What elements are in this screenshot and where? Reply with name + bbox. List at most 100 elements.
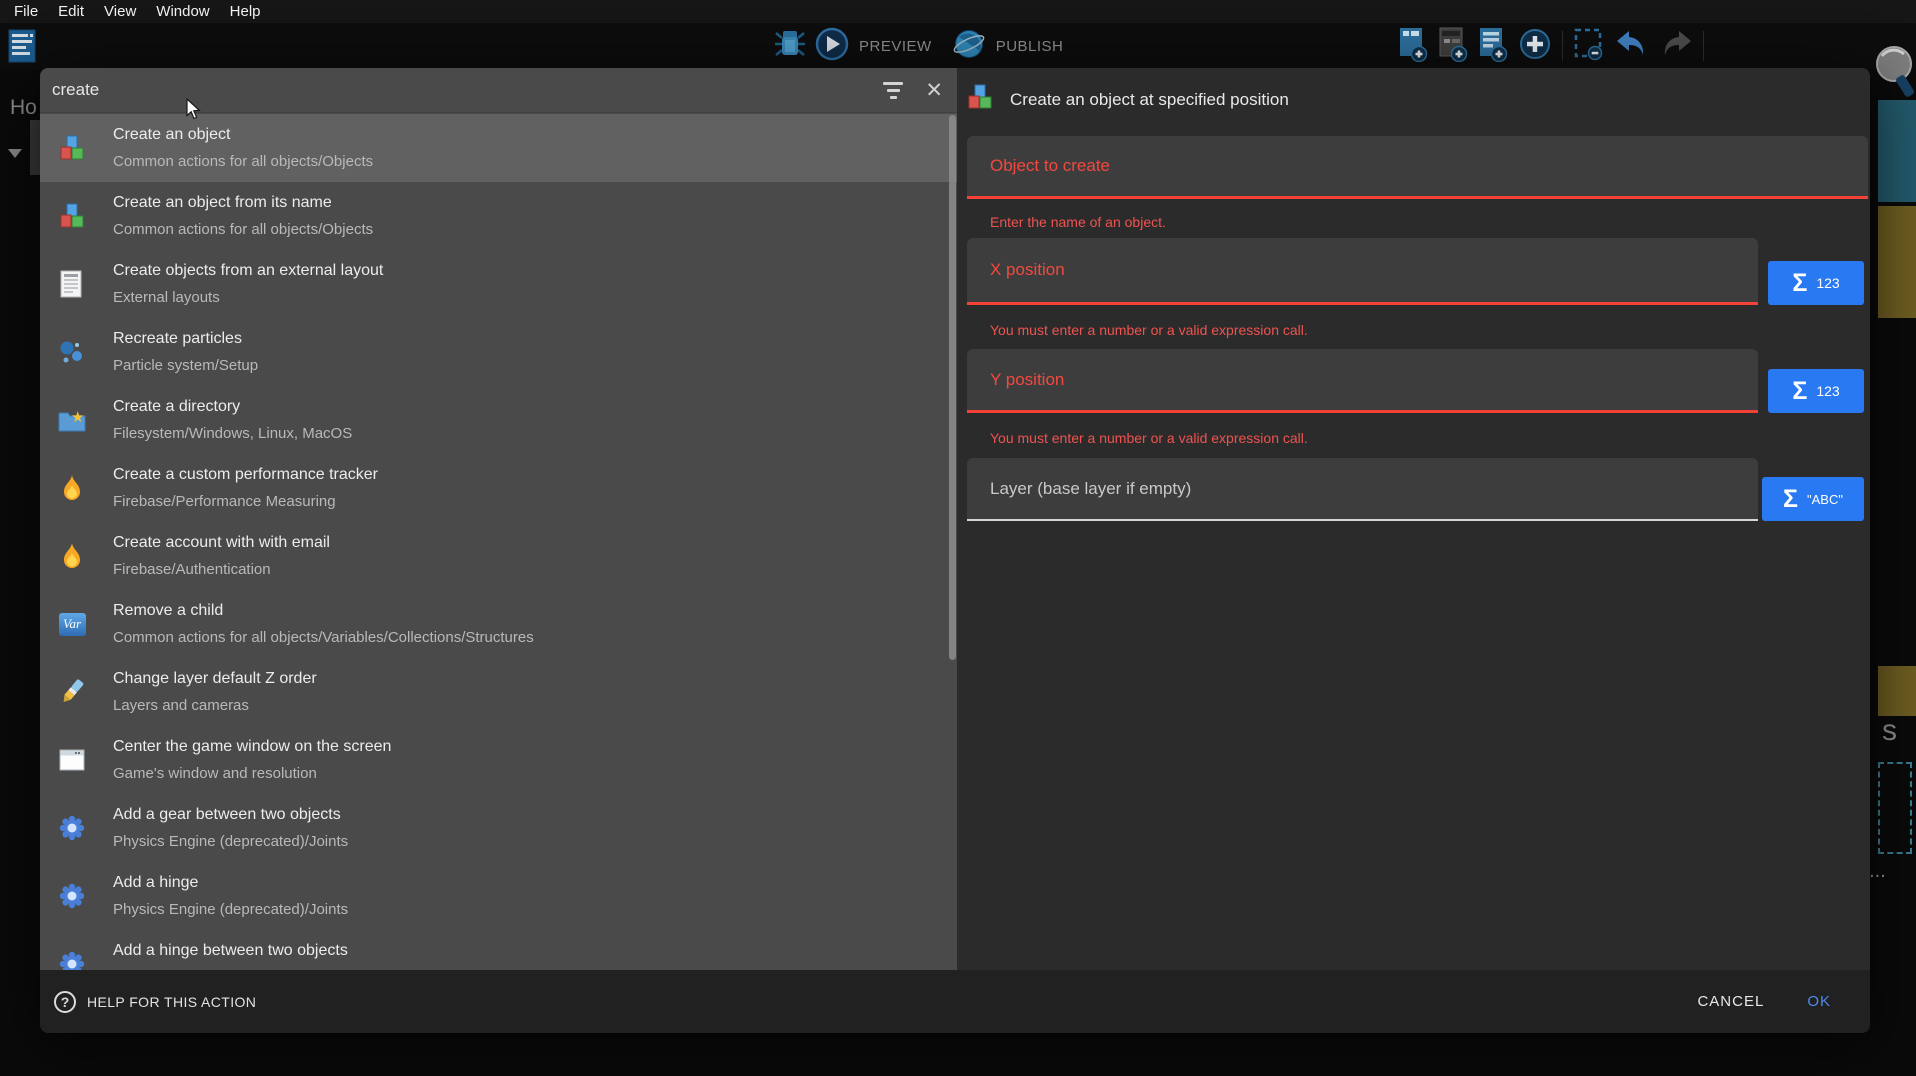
menu-edit[interactable]: Edit: [48, 0, 94, 23]
particles-icon: [58, 338, 86, 366]
x-position-field[interactable]: X position: [967, 238, 1758, 305]
background-olive-block: [1878, 206, 1916, 318]
expression-button-label: "ABC": [1807, 492, 1843, 507]
firebase-icon: [58, 542, 86, 570]
scrollbar-thumb[interactable]: [949, 115, 956, 660]
chevron-down-icon: [8, 149, 22, 158]
expression-button-label: 123: [1816, 383, 1839, 399]
toolbar-separator: [1562, 31, 1563, 61]
toolbar-center: PREVIEW PUBLISH: [775, 23, 1073, 69]
object-to-create-label: Object to create: [990, 156, 1110, 176]
object-to-create-field[interactable]: Object to create: [967, 136, 1868, 199]
background-dashed-outline: [1878, 762, 1912, 854]
preview-icon[interactable]: [815, 27, 849, 66]
firebase-icon: [58, 474, 86, 502]
search-result-item[interactable]: Add a gear between two objects Physics E…: [40, 794, 957, 862]
editor-title: Create an object at specified position: [1010, 90, 1289, 110]
result-subtitle: Game's window and resolution: [113, 763, 391, 784]
editor-header: Create an object at specified position: [967, 84, 1289, 115]
search-result-item[interactable]: Add a hinge Physics Engine (deprecated)/…: [40, 862, 957, 930]
search-result-item[interactable]: ★ Create a directory Filesystem/Windows,…: [40, 386, 957, 454]
svg-text:★: ★: [71, 409, 84, 426]
sigma-icon: Σ: [1792, 379, 1807, 404]
layer-label: Layer (base layer if empty): [990, 479, 1191, 499]
variable-icon: Var: [58, 610, 86, 638]
action-search-panel: create ✕ Create an object Common actions…: [40, 68, 957, 970]
object-helper-text: Enter the name of an object.: [990, 214, 1166, 230]
help-icon: ?: [54, 991, 76, 1013]
search-result-item[interactable]: Recreate particles Particle system/Setup: [40, 318, 957, 386]
menu-file[interactable]: File: [4, 0, 48, 23]
y-position-field[interactable]: Y position: [967, 349, 1758, 413]
layer-expression-button[interactable]: Σ "ABC": [1762, 477, 1864, 521]
result-subtitle: Firebase/Performance Measuring: [113, 491, 378, 512]
physics-gear-icon: [58, 950, 86, 970]
preview-button[interactable]: PREVIEW: [859, 38, 932, 55]
result-title: Remove a child: [113, 600, 534, 621]
sigma-icon: Σ: [1792, 271, 1807, 296]
search-header: create ✕: [40, 68, 957, 113]
objects-cubes-icon: [58, 202, 86, 230]
result-subtitle: Physics Engine (deprecated)/Joints: [113, 831, 348, 852]
result-title: Recreate particles: [113, 328, 258, 349]
search-result-item[interactable]: Create an object from its name Common ac…: [40, 182, 957, 250]
result-title: Create account with with email: [113, 532, 330, 553]
objects-cubes-icon: [967, 84, 993, 115]
help-for-this-action-button[interactable]: ? HELP FOR THIS ACTION: [54, 991, 1697, 1013]
app-window: File Edit View Window Help: [0, 0, 1916, 1076]
result-title: Change layer default Z order: [113, 668, 317, 689]
background-olive-block: [1878, 666, 1916, 716]
physics-gear-icon: [58, 882, 86, 910]
search-icon[interactable]: [1872, 42, 1916, 105]
result-title: Create an object: [113, 124, 373, 145]
y-position-label: Y position: [990, 370, 1064, 390]
result-subtitle: Physics Engine (deprecated)/Joints: [113, 899, 348, 920]
remove-external-layout-icon[interactable]: [1573, 27, 1605, 66]
result-title: Add a hinge between two objects: [113, 940, 348, 961]
layer-field[interactable]: Layer (base layer if empty): [967, 458, 1758, 521]
menu-view[interactable]: View: [94, 0, 146, 23]
x-expression-button[interactable]: Σ 123: [1768, 261, 1864, 305]
game-window-icon: [58, 746, 86, 774]
debugger-icon[interactable]: [775, 28, 805, 65]
add-scene-icon[interactable]: [1398, 26, 1428, 67]
layer-zorder-icon: [58, 678, 86, 706]
result-subtitle: Particle system/Setup: [113, 355, 258, 376]
x-error-text: You must enter a number or a valid expre…: [990, 322, 1308, 338]
redo-icon[interactable]: [1659, 29, 1693, 64]
result-subtitle: Common actions for all objects/Variables…: [113, 627, 534, 648]
search-result-item[interactable]: Create an object Common actions for all …: [40, 114, 957, 182]
result-title: Create a custom performance tracker: [113, 464, 378, 485]
project-manager-icon[interactable]: [6, 28, 40, 71]
home-tab-partial: Ho: [10, 96, 37, 120]
search-results-list: Create an object Common actions for all …: [40, 114, 957, 970]
folder-star-icon: ★: [58, 406, 86, 434]
add-resource-icon[interactable]: [1518, 27, 1552, 66]
result-subtitle: Firebase/Authentication: [113, 559, 330, 580]
menu-help[interactable]: Help: [220, 0, 271, 23]
help-label: HELP FOR THIS ACTION: [87, 994, 256, 1010]
y-expression-button[interactable]: Σ 123: [1768, 369, 1864, 413]
search-result-item[interactable]: Center the game window on the screen Gam…: [40, 726, 957, 794]
action-editor-panel: Create an object at specified position O…: [957, 68, 1870, 970]
add-external-layout-icon[interactable]: [1478, 26, 1508, 67]
publish-button[interactable]: PUBLISH: [996, 38, 1064, 55]
filter-icon[interactable]: [883, 82, 903, 99]
undo-icon[interactable]: [1615, 29, 1649, 64]
close-icon[interactable]: ✕: [925, 80, 943, 101]
search-result-item[interactable]: Add a hinge between two objects Physics …: [40, 930, 957, 970]
x-position-label: X position: [990, 260, 1065, 280]
cancel-button[interactable]: CANCEL: [1697, 993, 1764, 1010]
publish-icon[interactable]: [952, 27, 986, 66]
sigma-icon: Σ: [1783, 487, 1798, 512]
search-input[interactable]: create: [52, 80, 883, 100]
search-result-item[interactable]: Create a custom performance tracker Fire…: [40, 454, 957, 522]
search-result-item[interactable]: Create objects from an external layout E…: [40, 250, 957, 318]
search-result-item[interactable]: Change layer default Z order Layers and …: [40, 658, 957, 726]
physics-gear-icon: [58, 814, 86, 842]
add-external-events-icon[interactable]: [1438, 26, 1468, 67]
search-result-item[interactable]: Var Remove a child Common actions for al…: [40, 590, 957, 658]
ok-button[interactable]: OK: [1807, 993, 1831, 1010]
menu-window[interactable]: Window: [146, 0, 219, 23]
search-result-item[interactable]: Create account with with email Firebase/…: [40, 522, 957, 590]
